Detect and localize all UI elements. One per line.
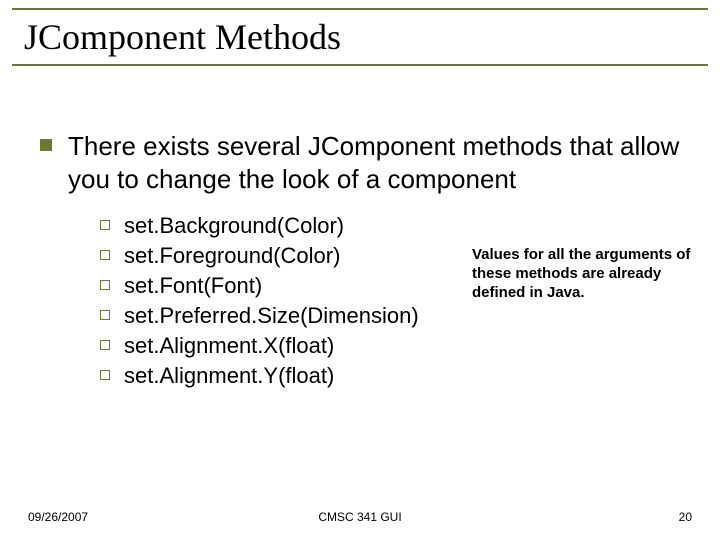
hollow-square-icon bbox=[100, 340, 110, 350]
list-item: set.Background(Color) bbox=[100, 213, 690, 239]
list-item: set.Alignment.Y(float) bbox=[100, 363, 690, 389]
hollow-square-icon bbox=[100, 310, 110, 320]
method-text: set.Alignment.Y(float) bbox=[124, 363, 334, 389]
hollow-square-icon bbox=[100, 250, 110, 260]
side-note: Values for all the arguments of these me… bbox=[472, 246, 692, 302]
slide-title: JComponent Methods bbox=[24, 16, 708, 58]
hollow-square-icon bbox=[100, 370, 110, 380]
square-bullet-icon bbox=[40, 139, 52, 151]
list-item: set.Alignment.X(float) bbox=[100, 333, 690, 359]
method-text: set.Preferred.Size(Dimension) bbox=[124, 303, 419, 329]
method-text: set.Background(Color) bbox=[124, 213, 344, 239]
hollow-square-icon bbox=[100, 280, 110, 290]
hollow-square-icon bbox=[100, 220, 110, 230]
slide: JComponent Methods There exists several … bbox=[0, 0, 720, 540]
footer-page-number: 20 bbox=[679, 510, 692, 524]
intro-text: There exists several JComponent methods … bbox=[68, 130, 690, 195]
method-text: set.Font(Font) bbox=[124, 273, 262, 299]
footer-date: 09/26/2007 bbox=[28, 510, 88, 524]
footer-center: CMSC 341 GUI bbox=[318, 510, 401, 524]
title-rule-bottom bbox=[12, 64, 708, 66]
list-item: set.Preferred.Size(Dimension) bbox=[100, 303, 690, 329]
method-text: set.Foreground(Color) bbox=[124, 243, 340, 269]
method-text: set.Alignment.X(float) bbox=[124, 333, 334, 359]
footer: 09/26/2007 CMSC 341 GUI 20 bbox=[0, 510, 720, 528]
title-rule-top bbox=[12, 8, 708, 10]
title-block: JComponent Methods bbox=[12, 8, 708, 66]
bullet-level1: There exists several JComponent methods … bbox=[40, 130, 690, 195]
